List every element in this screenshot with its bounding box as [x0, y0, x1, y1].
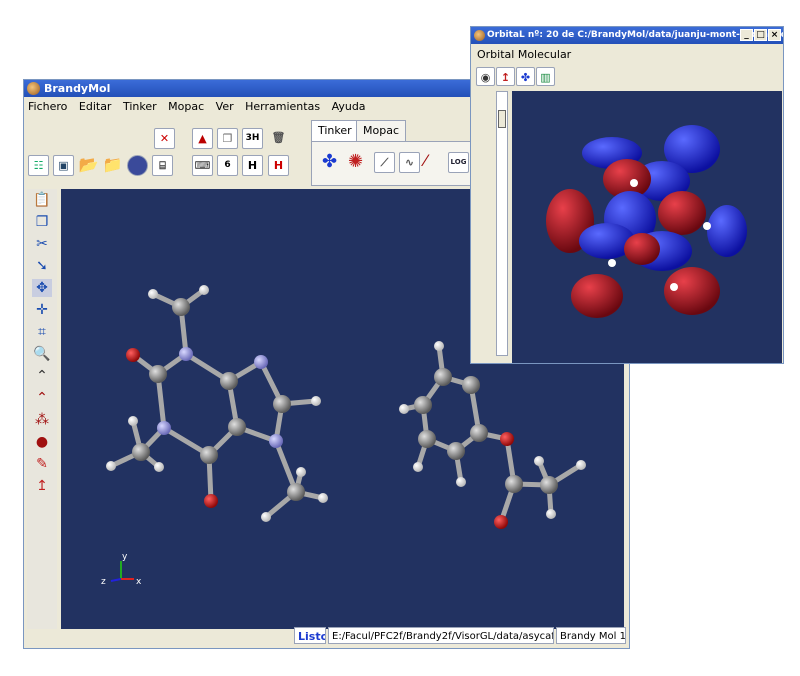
caffeine-bonds — [108, 287, 326, 520]
status-version: Brandy Mol 1.0 — [556, 627, 626, 644]
atoms-icon[interactable]: ✤ — [322, 152, 342, 172]
axes-tool-icon[interactable]: ↥ — [32, 477, 52, 495]
orbital-viewport[interactable] — [512, 91, 782, 363]
trash-icon[interactable]: 🗑 — [268, 128, 289, 149]
axis-z-label: z — [101, 577, 106, 587]
menu-ver[interactable]: Ver — [212, 97, 238, 113]
chart-icon[interactable]: ⟋ — [374, 152, 395, 173]
orbital-atoms-icon[interactable]: ✤ — [516, 67, 535, 86]
save-icon[interactable]: ▣ — [53, 155, 74, 176]
tab-panel: ✤ ✺ ⟋ ∿ ⁄ LOG — [311, 141, 473, 186]
pen-icon[interactable]: ✎ — [32, 455, 52, 473]
sphere-icon[interactable] — [127, 155, 148, 176]
index-icon[interactable]: 6 — [217, 155, 238, 176]
orbital-icon[interactable]: ✺ — [348, 152, 368, 172]
zoom-icon[interactable]: 🔍 — [32, 345, 52, 363]
angle-icon[interactable]: ⌃ — [32, 367, 52, 385]
orbital-scene — [546, 125, 747, 318]
menu-ayuda[interactable]: Ayuda — [328, 97, 370, 113]
keyboard-icon[interactable]: ⌨ — [192, 155, 213, 176]
tab-mopac[interactable]: Mopac — [356, 120, 406, 141]
dropper-icon[interactable]: ⁄ — [424, 150, 444, 172]
balls-icon[interactable]: ● — [32, 433, 52, 451]
maximize-button[interactable]: □ — [754, 29, 767, 41]
close-button[interactable]: × — [768, 29, 781, 41]
slider-thumb[interactable] — [498, 110, 506, 128]
remove-hydrogen-icon[interactable]: H — [268, 155, 289, 176]
h-count-icon[interactable]: 3H — [242, 128, 263, 149]
log-icon[interactable]: LOG — [448, 152, 469, 173]
axes-gizmo: y z x — [101, 552, 142, 587]
axis-x-label: x — [136, 577, 142, 587]
cut-icon[interactable]: ✂ — [32, 235, 52, 253]
tinker-icon[interactable]: ▲ — [192, 128, 213, 149]
menu-mopac[interactable]: Mopac — [164, 97, 208, 113]
molecule-icon[interactable]: ☷ — [28, 155, 49, 176]
app-icon — [27, 82, 40, 95]
delete-icon[interactable]: ✕ — [154, 128, 175, 149]
main-title: BrandyMol — [44, 82, 111, 95]
tab-strip: Tinker Mopac — [311, 120, 481, 142]
copy-window-icon[interactable]: ❐ — [217, 128, 238, 149]
camera-icon[interactable]: ◉ — [476, 67, 495, 86]
axis-y-label: y — [122, 552, 128, 562]
move-icon[interactable]: ✛ — [32, 301, 52, 319]
paste-icon[interactable]: 📋 — [32, 191, 52, 209]
orbital-axes-icon[interactable]: ↥ — [496, 67, 515, 86]
open-folder-icon[interactable]: 📂 — [78, 155, 99, 176]
orbital-heading: Orbital Molecular — [477, 48, 572, 61]
select-icon[interactable]: ➘ — [32, 257, 52, 275]
menu-fichero[interactable]: Fichero — [24, 97, 71, 113]
copy-icon[interactable]: ❐ — [32, 213, 52, 231]
status-path: E:/Facul/PFC2f/Brandy2f/VisorGL/data/asy… — [328, 627, 554, 644]
spectrum-icon[interactable]: ∿ — [399, 152, 420, 173]
orbital-lobes — [546, 125, 747, 318]
orbital-title-bar[interactable]: OrbitaL nº: 20 de C:/BrandyMol/data/juan… — [471, 27, 783, 44]
orbital-app-icon — [474, 30, 485, 41]
menu-tinker[interactable]: Tinker — [119, 97, 161, 113]
dihedral-icon[interactable]: ⁂ — [32, 411, 52, 429]
add-hydrogen-icon[interactable]: H — [242, 155, 263, 176]
new-folder-icon[interactable]: 📁 — [102, 155, 123, 176]
status-state: Listo — [294, 627, 326, 644]
bond-angle-icon[interactable]: ⌃ — [32, 389, 52, 407]
menu-editar[interactable]: Editar — [75, 97, 116, 113]
book-icon[interactable]: ⌸ — [152, 155, 173, 176]
left-toolbar: 📋 ❐ ✂ ➘ ✥ ✛ ⌗ 🔍 ⌃ ⌃ ⁂ ● ✎ ↥ — [27, 189, 57, 629]
status-bar: Listo E:/Facul/PFC2f/Brandy2f/VisorGL/da… — [24, 626, 629, 646]
bars-icon[interactable]: ▥ — [536, 67, 555, 86]
orbital-window: OrbitaL nº: 20 de C:/BrandyMol/data/juan… — [470, 26, 784, 364]
rotate-icon[interactable]: ✥ — [32, 279, 52, 297]
minimize-button[interactable]: _ — [740, 29, 753, 41]
tab-tinker[interactable]: Tinker — [311, 120, 359, 141]
menu-herramientas[interactable]: Herramientas — [241, 97, 324, 113]
fit-icon[interactable]: ⌗ — [32, 323, 52, 341]
isovalue-slider[interactable] — [496, 91, 508, 356]
orbital-title: OrbitaL nº: 20 de C:/BrandyMol/data/juan… — [487, 30, 783, 40]
